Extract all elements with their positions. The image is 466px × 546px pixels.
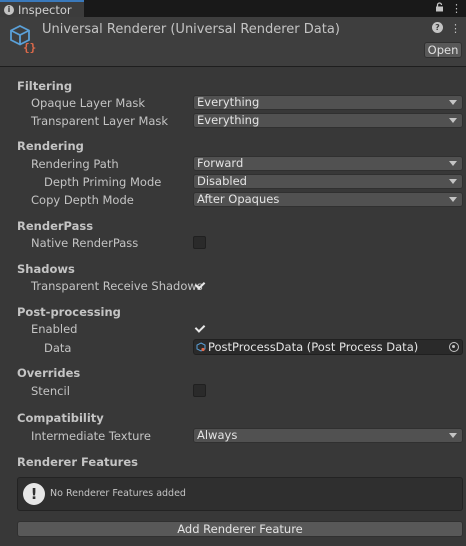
scriptable-object-icon [196,342,206,352]
copy-depth-mode-dropdown[interactable]: After Opaques [193,192,463,207]
rendering-path-dropdown[interactable]: Forward [193,156,463,171]
add-renderer-feature-button[interactable]: Add Renderer Feature [17,521,463,537]
intermediate-texture-value: Always [197,428,238,442]
open-button[interactable]: Open [424,42,462,58]
tab-controls: ⋮ [435,0,462,17]
section-post-processing: Post-processing [17,305,121,319]
helpbox-message: No Renderer Features added [50,488,186,499]
dropdown-arrow-icon [449,197,457,202]
tab-bar: i Inspector ⋮ [0,0,466,17]
stencil-checkbox[interactable] [193,384,206,397]
more-options-icon[interactable]: ⋮ [450,22,461,35]
section-shadows: Shadows [17,262,75,276]
page-title: Universal Renderer (Universal Renderer D… [42,22,340,37]
section-renderer-features: Renderer Features [17,455,138,469]
intermediate-texture-label: Intermediate Texture [31,429,151,443]
opaque-layer-mask-dropdown[interactable]: Everything [193,95,463,110]
rendering-path-label: Rendering Path [31,157,119,171]
section-rendering: Rendering [17,139,84,153]
section-filtering: Filtering [17,79,73,93]
renderer-asset-icon: {} [10,24,36,53]
dropdown-arrow-icon [449,100,457,105]
copy-depth-mode-value: After Opaques [197,192,280,206]
native-renderpass-checkbox[interactable] [193,236,206,249]
transparent-layer-mask-dropdown[interactable]: Everything [193,113,463,128]
svg-text:{}: {} [23,41,36,53]
transparent-layer-mask-label: Transparent Layer Mask [31,114,169,128]
renderer-features-helpbox: ! No Renderer Features added [17,477,463,511]
transparent-layer-mask-value: Everything [197,113,260,127]
more-options-icon[interactable]: ⋮ [451,2,462,15]
tab-label: Inspector [18,2,72,17]
depth-priming-mode-value: Disabled [197,174,247,188]
dropdown-arrow-icon [449,118,457,123]
info-icon: i [4,4,14,15]
lock-icon[interactable] [435,2,444,15]
rendering-path-value: Forward [197,156,244,170]
depth-priming-mode-label: Depth Priming Mode [44,175,162,189]
intermediate-texture-dropdown[interactable]: Always [193,428,463,443]
depth-priming-mode-dropdown[interactable]: Disabled [193,174,463,189]
warning-icon: ! [23,483,45,505]
stencil-label: Stencil [31,384,70,398]
header-controls: ? ⋮ [432,22,461,35]
post-processing-enabled-label: Enabled [31,322,78,336]
help-icon[interactable]: ? [432,22,443,33]
transparent-receive-shadows-checkbox[interactable] [193,279,206,292]
dropdown-arrow-icon [449,179,457,184]
inspector-header: {} Universal Renderer (Universal Rendere… [0,17,466,67]
section-overrides: Overrides [17,366,81,380]
post-processing-data-field[interactable]: PostProcessData (Post Process Data) [193,339,463,355]
object-picker-icon[interactable] [449,342,459,352]
opaque-layer-mask-label: Opaque Layer Mask [31,96,146,110]
section-compatibility: Compatibility [17,411,104,425]
dropdown-arrow-icon [449,161,457,166]
post-processing-enabled-checkbox[interactable] [193,322,206,335]
dropdown-arrow-icon [449,433,457,438]
tab-inspector[interactable]: i Inspector [0,0,84,17]
copy-depth-mode-label: Copy Depth Mode [31,193,134,207]
opaque-layer-mask-value: Everything [197,95,260,109]
post-processing-data-label: Data [44,341,72,355]
transparent-receive-shadows-label: Transparent Receive Shadows [31,279,203,293]
native-renderpass-label: Native RenderPass [31,236,139,250]
post-processing-data-value: PostProcessData (Post Process Data) [208,340,419,354]
section-renderpass: RenderPass [17,219,94,233]
